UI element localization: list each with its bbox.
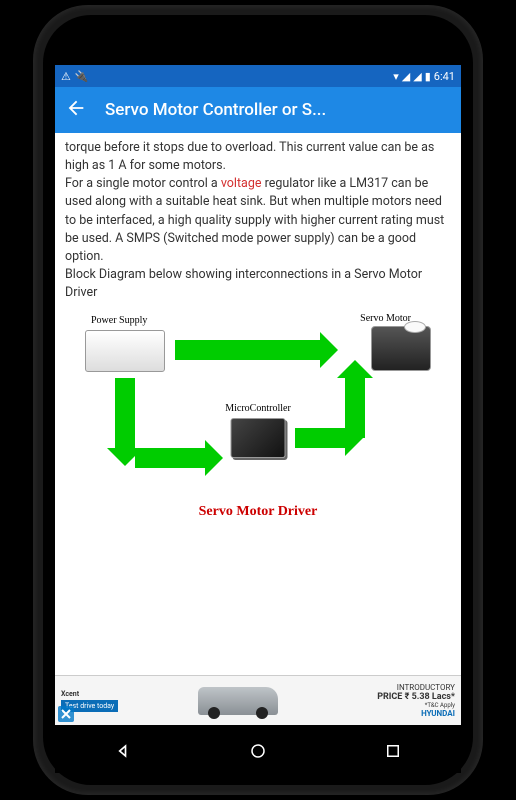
paragraph-1: torque before it stops due to overload. … [65, 140, 434, 173]
ad-banner[interactable]: Xcent Test drive today INTRODUCTORY PRIC… [55, 675, 461, 725]
nav-recent-button[interactable] [380, 738, 406, 764]
power-supply-box [85, 330, 165, 372]
arrow-mc-to-servo-v [345, 378, 365, 438]
arrow-ps-to-servo [175, 340, 320, 360]
warning-icon: ⚠ [61, 70, 71, 83]
voltage-link[interactable]: voltage [221, 176, 262, 191]
phone-inner: ⚠ 🔌 ▾ ◢ ◢ ▮ 6:41 Servo Motor Controller … [43, 15, 473, 785]
arrow-mc-to-servo-h [295, 428, 345, 448]
signal-icon-2: ◢ [413, 70, 421, 83]
ad-brand: HYUNDAI [351, 709, 455, 718]
arrow-ps-to-mc-h: .arrow-ps-to-mc-h::after{} [135, 448, 205, 468]
status-left-icons: ⚠ 🔌 [61, 70, 89, 83]
paragraph-3: Block Diagram below showing interconnect… [65, 267, 422, 300]
article-content[interactable]: torque before it stops due to overload. … [55, 133, 461, 675]
label-power-supply: Power Supply [91, 314, 147, 329]
status-time: 6:41 [434, 70, 455, 83]
back-button[interactable] [65, 97, 87, 124]
ad-close-button[interactable] [58, 706, 74, 722]
android-nav-bar [55, 729, 461, 773]
screen: ⚠ 🔌 ▾ ◢ ◢ ▮ 6:41 Servo Motor Controller … [55, 65, 461, 725]
battery-icon: ▮ [425, 70, 431, 83]
servo-motor-box [371, 326, 431, 371]
phone-frame: ⚠ 🔌 ▾ ◢ ◢ ▮ 6:41 Servo Motor Controller … [33, 5, 483, 795]
ad-price: PRICE ₹ 5.38 Lacs* [351, 692, 455, 702]
plug-icon: 🔌 [75, 70, 89, 83]
nav-home-button[interactable] [245, 738, 271, 764]
label-servo-motor: Servo Motor [360, 312, 411, 327]
diagram-title: Servo Motor Driver [199, 502, 318, 522]
page-title: Servo Motor Controller or S... [105, 100, 451, 120]
wifi-icon: ▾ [393, 70, 399, 83]
label-microcontroller: MicroController [225, 402, 291, 417]
block-diagram: Power Supply Servo Motor MicroController… [65, 308, 451, 528]
ad-intro-label: INTRODUCTORY [351, 683, 455, 692]
arrow-ps-to-mc-v [115, 378, 135, 448]
car-icon [198, 687, 278, 715]
ad-right: INTRODUCTORY PRICE ₹ 5.38 Lacs* *T&C App… [351, 683, 461, 718]
status-right-icons: ▾ ◢ ◢ ▮ 6:41 [393, 70, 455, 83]
signal-icon: ◢ [402, 70, 410, 83]
status-bar: ⚠ 🔌 ▾ ◢ ◢ ▮ 6:41 [55, 65, 461, 87]
ad-brand-top: Xcent [61, 690, 125, 698]
microcontroller-box [231, 418, 286, 458]
paragraph-2a: For a single motor control a [65, 176, 221, 191]
ad-car-image [125, 687, 351, 715]
ad-terms: *T&C Apply [351, 702, 455, 709]
nav-back-button[interactable] [110, 738, 136, 764]
app-bar: Servo Motor Controller or S... [55, 87, 461, 133]
